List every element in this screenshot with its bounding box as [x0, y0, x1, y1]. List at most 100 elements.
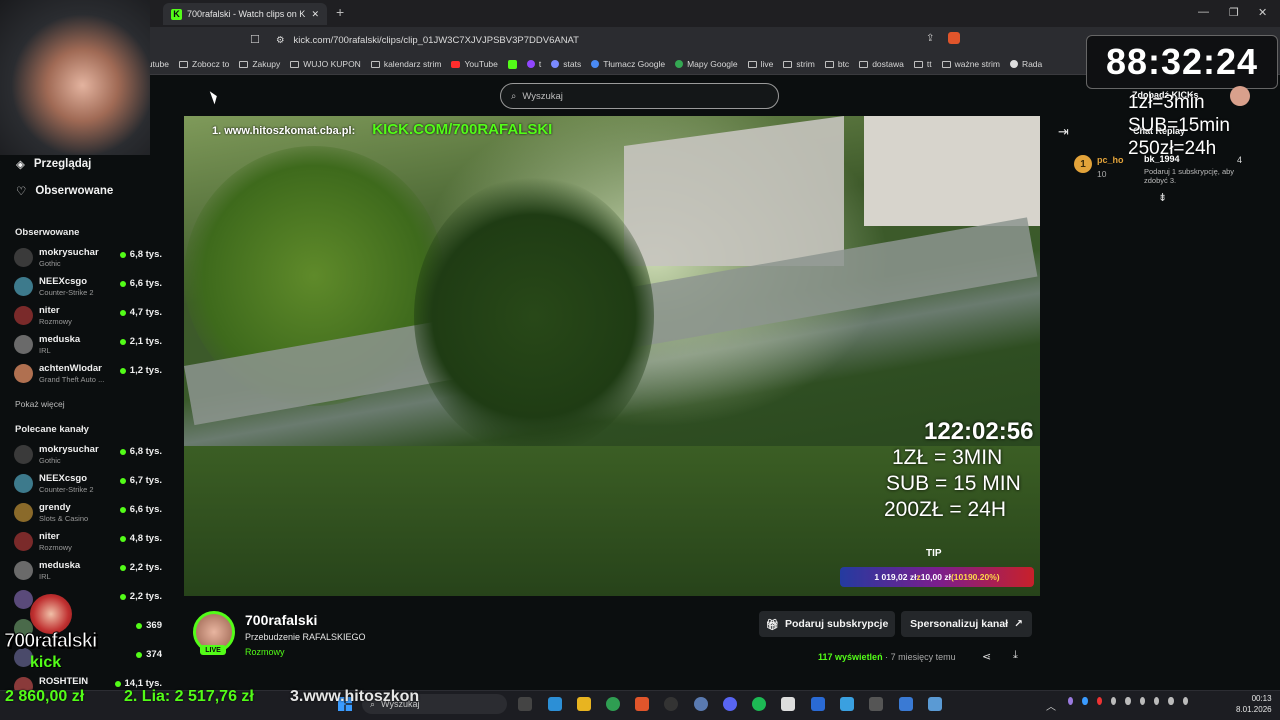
show-more-link[interactable]: Pokaż więcej	[15, 399, 65, 409]
video-timer: 122:02:56	[924, 418, 1034, 445]
channel-avatar	[14, 335, 33, 354]
live-dot-icon	[119, 448, 126, 455]
browser-tab[interactable]: K 700rafalski - Watch clips on K ✕	[163, 3, 327, 25]
bookmark-folder[interactable]: btc	[824, 59, 849, 69]
bookmark-folder[interactable]: ważne strim	[941, 59, 1000, 69]
search-input[interactable]: ⌕ Wyszukaj	[500, 83, 779, 109]
sidebar-channel-item[interactable]: achtenWlodar Grand Theft Auto ... 1,2 tys.	[14, 362, 164, 386]
stream-category[interactable]: Rozmowy	[245, 647, 285, 657]
sidebar-channel-item[interactable]: meduska IRL 2,1 tys.	[14, 333, 164, 357]
viewer-count-value: 6,6 tys.	[129, 278, 162, 289]
channel-avatar	[14, 277, 33, 296]
channel-avatar	[14, 561, 33, 580]
folder-icon	[370, 60, 380, 68]
bookmark-item[interactable]: Rada	[1009, 59, 1042, 69]
collapse-chat-icon[interactable]: ⇥	[1058, 124, 1069, 140]
channel-name: meduska	[39, 560, 81, 571]
rada-icon	[1009, 60, 1018, 68]
maximize-icon[interactable]: ❐	[1229, 6, 1239, 19]
sidebar-channel-item[interactable]: NEEXcsgo Counter-Strike 2 6,6 tys.	[14, 275, 164, 299]
scroll-down-icon[interactable]: ⇟	[1158, 191, 1167, 204]
twitch-icon	[526, 60, 535, 68]
bookmark-folder[interactable]: Zobocz to	[179, 59, 229, 69]
sidebar-channel-item[interactable]: mokrysuchar Gothic 6,8 tys.	[14, 443, 164, 467]
bookmark-kick[interactable]	[507, 59, 517, 69]
viewer-count: 2,2 tys.	[119, 562, 162, 573]
bookmark-item[interactable]: t	[526, 59, 541, 69]
sidebar-channel-item[interactable]: mokrysuchar Gothic 6,8 tys.	[14, 246, 164, 270]
close-window-icon[interactable]: ✕	[1258, 6, 1267, 19]
live-dot-icon	[119, 338, 126, 345]
channel-category: Gothic	[39, 259, 61, 268]
bookmark-icon[interactable]: ☐	[250, 33, 260, 46]
minimize-icon[interactable]: —	[1198, 6, 1209, 18]
clip-views: 117 wyświetleń · 7 miesięcy temu	[818, 652, 956, 662]
bookmark-folder[interactable]: kalendarz strim	[370, 59, 441, 69]
download-icon[interactable]: ⤓	[1013, 649, 1018, 662]
kick-icon	[507, 59, 517, 69]
customize-channel-button[interactable]: Spersonalizuj kanał ↗	[901, 611, 1032, 637]
chat-username[interactable]: pc_ho	[1097, 155, 1124, 165]
channel-category: Rozmowy	[39, 543, 72, 552]
bookmark-folder[interactable]: strim	[783, 59, 815, 69]
sidebar-channel-item[interactable]: niter Rozmowy 4,8 tys.	[14, 530, 164, 554]
folder-icon	[179, 60, 188, 68]
bookmark-item[interactable]: Mapy Google	[675, 59, 738, 69]
site-info-icon[interactable]: ⚙	[276, 35, 285, 46]
video-frame-building	[864, 116, 1040, 226]
viewer-count: 2,2 tys.	[119, 591, 162, 602]
viewer-count: 6,7 tys.	[119, 475, 162, 486]
close-tab-icon[interactable]: ✕	[311, 9, 319, 20]
brave-shield-icon[interactable]	[948, 32, 960, 44]
bookmark-folder[interactable]: Zakupy	[239, 59, 280, 69]
live-badge: LIVE	[200, 645, 226, 655]
share-icon[interactable]: ⋖	[982, 650, 991, 663]
url-field[interactable]: ⚙ kick.com/700rafalski/clips/clip_01JW3C…	[276, 32, 996, 49]
bookmark-youtube[interactable]: YouTube	[451, 59, 498, 69]
bookmark-folder[interactable]: tt	[913, 59, 932, 69]
viewer-count-value: 369	[146, 620, 162, 631]
viewer-count: 369	[136, 620, 162, 631]
channel-name: grendy	[39, 502, 71, 513]
video-player[interactable]: 1. www.hitoszkomat.cba.pl: KICK.COM/700R…	[184, 116, 1040, 596]
sidebar-channel-item[interactable]: NEEXcsgo Counter-Strike 2 6,7 tys.	[14, 472, 164, 496]
nav-following[interactable]: ♡ Obserwowane	[16, 184, 113, 198]
search-placeholder: Wyszukaj	[522, 90, 563, 102]
nav-browse[interactable]: ◈ Przeglądaj	[16, 157, 91, 171]
donation-ticker: 2 860,00 zł 2. Lia: 2 517,76 zł 3.www.hi…	[0, 688, 1280, 720]
bookmark-folder[interactable]: dostawa	[859, 59, 904, 69]
overlay-rate-line: SUB=15min	[1128, 115, 1230, 136]
tip-current: 1 019,02 zł	[874, 572, 917, 582]
viewer-count-value: 2,1 tys.	[129, 336, 162, 347]
viewer-count: 374	[136, 649, 162, 660]
viewer-count: 6,8 tys.	[119, 446, 162, 457]
followed-section-title: Obserwowane	[15, 227, 80, 238]
sidebar-channel-item[interactable]: niter Rozmowy 4,7 tys.	[14, 304, 164, 328]
stream-title: Przebudzenie RAFALSKIEGO	[245, 632, 366, 642]
viewer-count-value: 2,2 tys.	[129, 591, 162, 602]
channel-avatar	[14, 306, 33, 325]
channel-name: NEEXcsgo	[39, 473, 88, 484]
bookmark-folder[interactable]: WUJO KUPON	[290, 59, 361, 69]
logo-kick: kick	[30, 654, 62, 671]
overlay-kick-url: KICK.COM/700RAFALSKI	[372, 121, 553, 138]
folder-icon	[859, 60, 869, 68]
channel-avatar	[14, 248, 33, 267]
sidebar-channel-item[interactable]: grendy Slots & Casino 6,6 tys.	[14, 501, 164, 525]
channel-name: mokrysuchar	[39, 444, 99, 455]
viewer-count: 6,8 tys.	[119, 249, 162, 260]
bookmark-item[interactable]: Tłumacz Google	[591, 59, 665, 69]
gift-subscription-button[interactable]: 🎁︎ Podaruj subskrypcje	[759, 611, 895, 637]
channel-name[interactable]: 700rafalski	[245, 612, 317, 628]
sidebar-channel-item[interactable]: meduska IRL 2,2 tys.	[14, 559, 164, 583]
viewer-count-value: 6,6 tys.	[129, 504, 162, 515]
user-avatar[interactable]	[1230, 86, 1250, 106]
live-dot-icon	[119, 477, 126, 484]
new-tab-icon[interactable]: +	[336, 4, 344, 20]
bookmark-item[interactable]: stats	[551, 59, 581, 69]
bookmark-folder[interactable]: live	[747, 59, 773, 69]
channel-category: IRL	[39, 572, 51, 581]
share-icon[interactable]: ⇪	[926, 33, 934, 44]
search-icon: ⌕	[511, 90, 517, 102]
channel-name: ROSHTEIN	[39, 676, 89, 687]
